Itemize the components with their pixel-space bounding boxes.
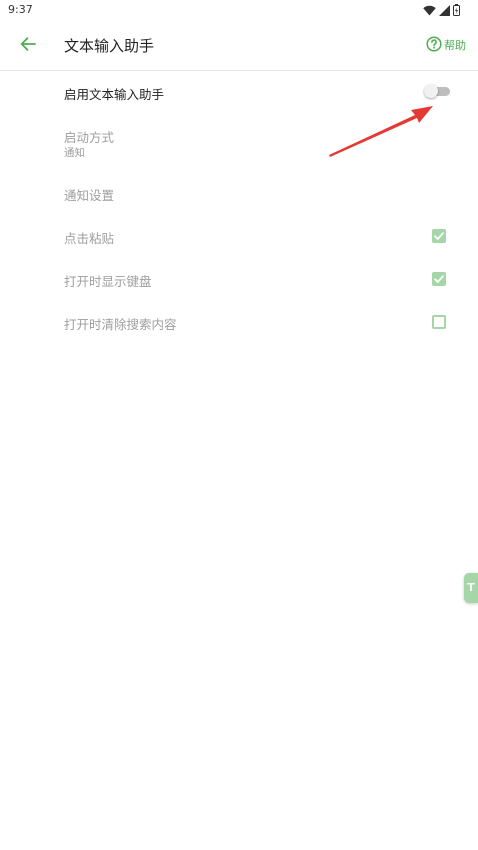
setting-tap-paste[interactable]: 点击粘贴 (0, 215, 478, 258)
status-bar: 9:37 (0, 0, 478, 20)
setting-notification-label: 通知设置 (64, 188, 115, 203)
setting-enable-label: 启用文本输入助手 (64, 87, 165, 102)
app-bar: 文本输入助手 帮助 (0, 20, 478, 71)
signal-icon (439, 1, 450, 20)
setting-tap-paste-label: 点击粘贴 (64, 231, 115, 246)
back-button[interactable] (14, 32, 42, 58)
show-keyboard-checkbox[interactable] (432, 272, 446, 286)
status-icons (423, 3, 460, 17)
setting-clear-search[interactable]: 打开时清除搜索内容 (0, 301, 478, 344)
toggle-thumb (424, 84, 438, 98)
enable-toggle[interactable] (424, 84, 450, 98)
annotation-arrow-icon (329, 106, 433, 157)
help-label: 帮助 (444, 39, 466, 52)
tap-paste-checkbox[interactable] (432, 229, 446, 243)
setting-notification[interactable]: 通知设置 (0, 171, 478, 215)
help-icon (426, 35, 442, 55)
setting-show-keyboard[interactable]: 打开时显示键盘 (0, 258, 478, 301)
battery-icon (453, 1, 460, 20)
setting-show-keyboard-label: 打开时显示键盘 (64, 274, 152, 289)
wifi-icon (423, 1, 436, 20)
page-title: 文本输入助手 (64, 37, 155, 55)
setting-clear-search-label: 打开时清除搜索内容 (64, 317, 177, 332)
side-tab-label: T (467, 581, 475, 594)
setting-launch-mode-value: 通知 (64, 147, 85, 159)
floating-side-tab[interactable]: T (464, 573, 478, 603)
status-time: 9:37 (8, 3, 33, 16)
arrow-back-icon (20, 36, 36, 55)
clear-search-checkbox[interactable] (432, 315, 446, 329)
help-button[interactable]: 帮助 (426, 34, 466, 56)
setting-launch-mode-label: 启动方式 (64, 130, 115, 145)
